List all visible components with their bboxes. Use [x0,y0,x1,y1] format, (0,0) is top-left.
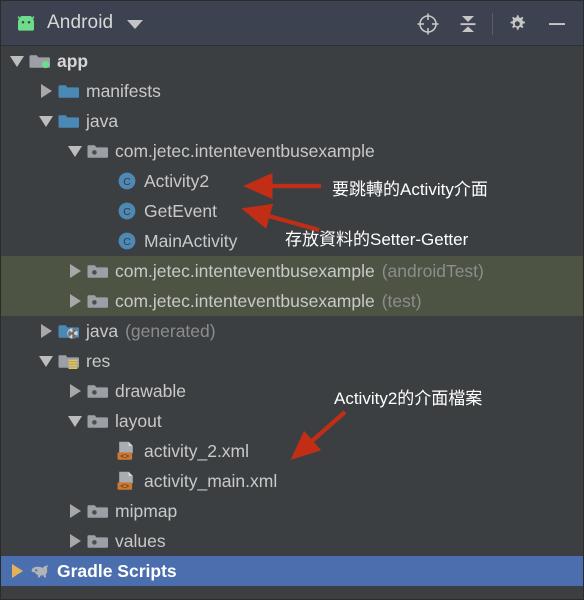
android-project-tool-window: Android app manifests java com.jetec.int… [0,0,584,600]
arrow-to-activity-2-xml [290,410,347,460]
annotation-getevent-text: 存放資料的Setter-Getter [285,230,469,249]
annotation-arrows [241,172,347,460]
annotation-activity2-text: 要跳轉的Activity介面 [332,180,488,199]
annotation-layout-xml-text: Activity2的介面檔案 [334,389,483,408]
